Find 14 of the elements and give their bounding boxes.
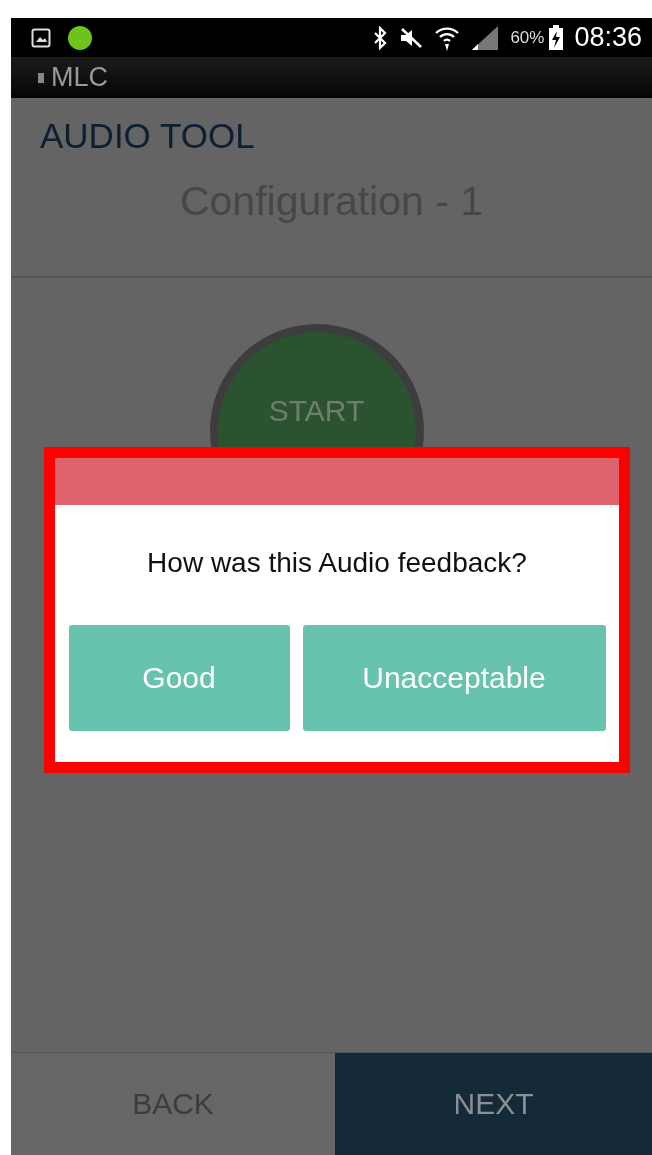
image-icon: [31, 27, 51, 48]
battery-percent: 60%: [510, 27, 545, 48]
battery-icon: [548, 24, 565, 51]
bluetooth-icon: [372, 25, 389, 50]
answer-button[interactable]: Unacceptable: [302, 625, 606, 731]
app-title: MLC: [51, 62, 108, 93]
notification-dot-icon: [67, 24, 93, 51]
screen-title: AUDIO TOOL: [40, 116, 256, 156]
signal-icon: [470, 24, 501, 51]
nav-button[interactable]: NEXT: [335, 1052, 652, 1155]
dialog-question: How was this Audio feedback?: [147, 547, 527, 579]
status-time: 08:36: [574, 22, 642, 53]
answer-button[interactable]: Good: [68, 625, 290, 731]
app-icon: [37, 71, 45, 84]
